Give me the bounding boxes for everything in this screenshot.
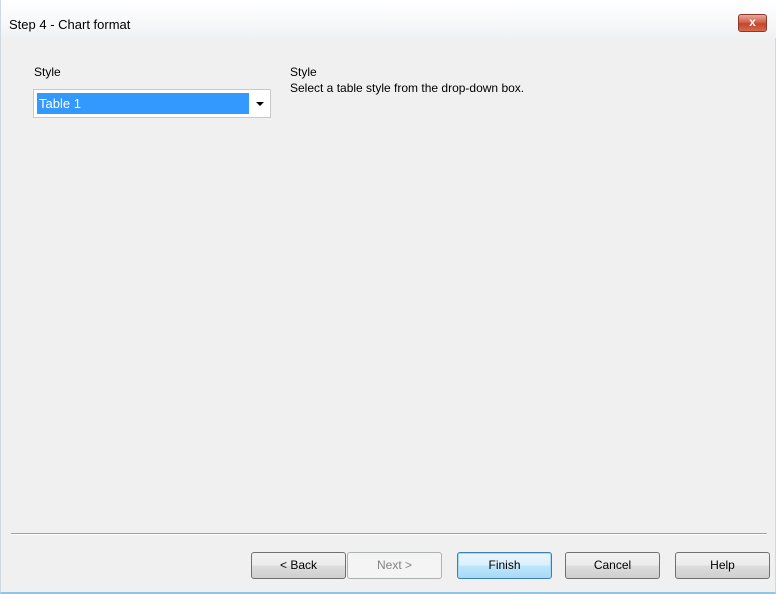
style-dropdown[interactable]: Table 1 [33,89,271,118]
chart-format-dialog: Step 4 - Chart format x Style Table 1 St… [0,0,776,594]
cancel-button[interactable]: Cancel [565,552,660,579]
help-title: Style [290,65,317,79]
window-title: Step 4 - Chart format [9,17,131,32]
close-icon: x [749,15,756,29]
back-button[interactable]: < Back [251,552,346,579]
finish-button[interactable]: Finish [457,552,552,579]
style-label: Style [34,65,61,79]
close-button[interactable]: x [738,14,767,32]
title-bar: Step 4 - Chart format x [1,0,776,38]
style-dropdown-value: Table 1 [37,93,249,114]
help-description: Select a table style from the drop-down … [290,81,525,95]
next-button[interactable]: Next > [347,552,442,579]
footer-divider [11,533,767,535]
help-button[interactable]: Help [675,552,770,579]
chevron-down-icon[interactable] [256,102,264,106]
